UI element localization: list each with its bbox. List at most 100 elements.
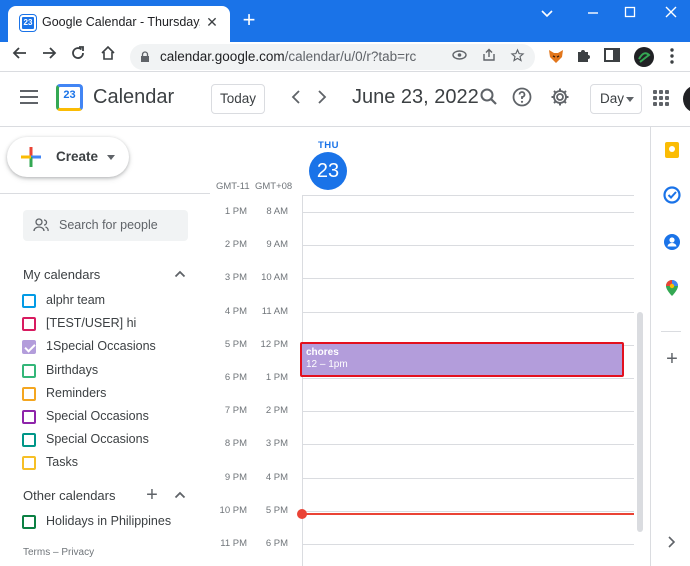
hour-line xyxy=(302,411,634,413)
timezone-secondary[interactable]: GMT+08 xyxy=(255,181,292,192)
create-label: Create xyxy=(56,149,99,164)
calendar-item[interactable]: Birthdays xyxy=(22,362,202,382)
hour-label-secondary: 2 PM xyxy=(265,405,288,417)
lock-icon xyxy=(141,51,149,62)
profile-icon[interactable] xyxy=(633,46,655,68)
hour-label-primary: 5 PM xyxy=(224,338,247,350)
url-text: calendar.google.com/calendar/u/0/r?tab=r… xyxy=(160,49,416,64)
calendar-checkbox[interactable] xyxy=(22,386,36,401)
previous-day-icon[interactable] xyxy=(284,86,308,110)
calendar-checkbox[interactable] xyxy=(22,410,36,424)
search-people-input[interactable]: Search for people xyxy=(23,210,188,241)
puzzle-icon[interactable] xyxy=(575,46,597,68)
calendar-checkbox[interactable] xyxy=(22,317,36,332)
calendar-logo-number: 23 xyxy=(63,89,76,101)
calendar-checkbox[interactable] xyxy=(22,363,36,378)
back-icon[interactable] xyxy=(8,45,32,69)
next-day-icon[interactable] xyxy=(310,86,334,110)
today-button[interactable]: Today xyxy=(211,84,265,114)
plus-icon xyxy=(21,147,41,167)
sidebar-icon[interactable] xyxy=(603,46,625,68)
event-chores[interactable]: chores 12 – 1pm xyxy=(300,342,624,377)
browser-tab[interactable]: 23 Google Calendar - Thursday, June 23, … xyxy=(8,6,230,42)
keep-icon[interactable] xyxy=(663,141,681,159)
chevron-up-icon[interactable] xyxy=(174,268,186,280)
hour-line xyxy=(302,278,634,280)
view-select[interactable]: Day xyxy=(590,84,642,114)
calendar-checkbox[interactable] xyxy=(22,340,36,355)
hour-label-secondary: 9 AM xyxy=(266,239,288,251)
home-icon[interactable] xyxy=(96,45,120,69)
calendar-checkbox[interactable] xyxy=(22,456,36,471)
hour-line xyxy=(302,212,634,213)
calendar-item[interactable]: Special Occasions xyxy=(22,431,202,451)
hour-label-secondary: 6 PM xyxy=(265,538,288,549)
hour-line xyxy=(302,245,634,247)
fox-extension-icon[interactable] xyxy=(546,46,568,68)
grid-scrollbar[interactable] xyxy=(637,312,643,532)
side-panel: + xyxy=(650,127,690,566)
day-number[interactable]: 23 xyxy=(309,152,347,190)
hour-label-primary: 11 PM xyxy=(220,538,247,549)
favicon-icon: 23 xyxy=(20,15,36,31)
get-addons-icon[interactable]: + xyxy=(663,349,681,369)
share-icon[interactable] xyxy=(480,48,498,66)
account-avatar[interactable] xyxy=(683,85,690,113)
day-grid[interactable]: 1 PM 8 AM 2 PM 9 AM 3 PM 10 AM 4 PM 11 AM 5 PM 12… xyxy=(210,195,650,566)
star-icon[interactable] xyxy=(508,48,526,66)
settings-gear-icon[interactable] xyxy=(550,87,572,109)
calendar-item[interactable]: Tasks xyxy=(22,454,202,474)
minimize-icon[interactable] xyxy=(582,4,604,22)
search-icon[interactable] xyxy=(479,87,501,109)
browser-menu-icon[interactable] xyxy=(662,46,684,68)
help-icon[interactable] xyxy=(512,87,534,109)
caret-down-icon xyxy=(107,155,115,160)
terms-privacy-link[interactable]: Terms – Privacy xyxy=(23,547,94,558)
maximize-icon[interactable] xyxy=(619,4,641,22)
hour-line xyxy=(302,477,634,479)
chevron-down-icon[interactable] xyxy=(536,4,558,22)
day-of-week: THU xyxy=(318,140,340,151)
calendar-item[interactable]: Special Occasions xyxy=(22,408,202,428)
contacts-icon[interactable] xyxy=(663,233,681,251)
hour-line xyxy=(302,544,634,545)
tasks-icon[interactable] xyxy=(663,186,681,204)
hour-label-primary: 9 PM xyxy=(224,471,247,483)
create-button[interactable]: Create xyxy=(7,137,129,177)
calendar-item[interactable]: [TEST/USER] hi xyxy=(22,315,202,335)
hour-label-primary: 1 PM xyxy=(224,206,247,217)
eye-off-icon[interactable] xyxy=(450,48,468,66)
close-icon[interactable] xyxy=(660,4,682,22)
address-bar[interactable]: calendar.google.com/calendar/u/0/r?tab=r… xyxy=(130,44,535,70)
new-tab-icon[interactable]: + xyxy=(238,9,260,31)
maps-icon[interactable] xyxy=(663,279,681,297)
calendar-item[interactable]: Holidays in Philippines xyxy=(22,513,202,533)
calendar-item[interactable]: alphr team xyxy=(22,292,202,312)
main-menu-icon[interactable] xyxy=(20,90,38,104)
calendar-label: Birthdays xyxy=(46,362,99,377)
people-icon xyxy=(33,218,49,232)
left-sidebar: Create Search for people My calendars al… xyxy=(0,127,210,566)
timezone-primary[interactable]: GMT-11 xyxy=(216,181,250,192)
chevron-right-icon[interactable] xyxy=(664,535,680,551)
calendar-item[interactable]: 1Special Occasions xyxy=(22,338,202,358)
calendar-label: Reminders xyxy=(46,385,107,400)
calendar-checkbox[interactable] xyxy=(22,294,36,308)
calendar-item[interactable]: Reminders xyxy=(22,385,202,405)
tab-close-icon[interactable]: ✕ xyxy=(204,14,220,30)
reload-icon[interactable] xyxy=(66,45,90,69)
hour-label-primary: 10 PM xyxy=(219,504,247,516)
add-calendar-icon[interactable]: + xyxy=(145,485,159,505)
calendar-logo-icon[interactable]: 23 xyxy=(56,84,83,111)
chevron-up-icon[interactable] xyxy=(174,489,186,501)
app-name: Calendar xyxy=(93,86,175,108)
calendar-checkbox[interactable] xyxy=(22,433,36,448)
other-calendars-title[interactable]: Other calendars xyxy=(23,488,116,503)
calendar-label: Holidays in Philippines xyxy=(46,514,172,528)
forward-icon[interactable] xyxy=(37,45,61,69)
view-select-label: Day xyxy=(600,91,625,106)
calendar-checkbox[interactable] xyxy=(22,515,36,529)
browser-titlebar: 23 Google Calendar - Thursday, June 23, … xyxy=(0,0,690,42)
google-apps-icon[interactable] xyxy=(653,90,669,106)
my-calendars-title[interactable]: My calendars xyxy=(23,267,100,282)
